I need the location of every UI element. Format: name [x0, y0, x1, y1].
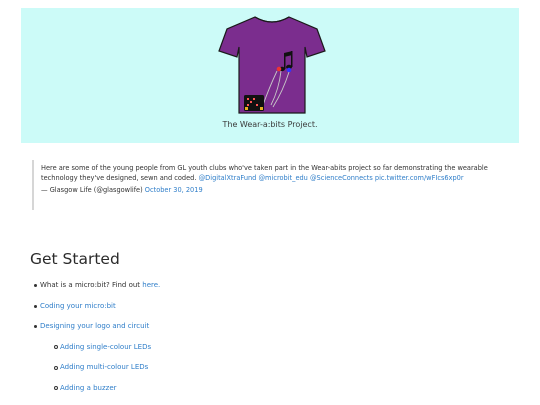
designing-logo-link[interactable]: Designing your logo and circuit: [40, 322, 149, 330]
tshirt-illustration: [217, 13, 327, 119]
tshirt-svg: [218, 16, 326, 114]
hero-banner: The Wear-a:bits Project.: [21, 8, 519, 143]
list-item-text: What is a micro:bit? Find out: [40, 281, 143, 289]
blue-led-icon: [286, 67, 292, 73]
tweet-body: Here are some of the young people from G…: [41, 164, 512, 183]
list-item: What is a micro:bit? Find out here.: [34, 281, 480, 302]
coding-microbit-link[interactable]: Coding your micro:bit: [40, 302, 116, 310]
list-item: Coding your micro:bit: [34, 302, 480, 323]
single-colour-leds-link[interactable]: Adding single-colour LEDs: [60, 343, 151, 351]
multi-colour-leds-link[interactable]: Adding multi-colour LEDs: [60, 363, 148, 371]
microbit-icon: [244, 95, 264, 111]
list-item: Adding a buzzer: [40, 384, 480, 405]
tweet-attribution: — Glasgow Life (@glasgowlife) October 30…: [41, 186, 512, 196]
get-started-list: What is a micro:bit? Find out here. Codi…: [34, 281, 480, 405]
circle-bullet-icon: [54, 386, 58, 390]
find-out-here-link[interactable]: here.: [142, 281, 160, 289]
bullet-icon: [34, 284, 37, 287]
tshirt-shape: [218, 16, 326, 114]
adding-buzzer-link[interactable]: Adding a buzzer: [60, 384, 117, 392]
red-led-icon: [276, 66, 282, 72]
list-item: Designing your logo and circuit: [34, 322, 480, 343]
tweet-date-link[interactable]: October 30, 2019: [145, 186, 203, 194]
embedded-tweet: Here are some of the young people from G…: [32, 160, 512, 210]
section-title: Get Started: [30, 250, 120, 268]
bullet-icon: [34, 325, 37, 328]
circle-bullet-icon: [54, 365, 58, 370]
hero-caption: The Wear-a:bits Project.: [222, 120, 318, 129]
list-item: Adding single-colour LEDs: [40, 343, 480, 364]
tweet-handles-link[interactable]: @DigitalXtraFund @microbit_edu @ScienceC…: [199, 174, 464, 182]
list-item: Adding multi-colour LEDs: [40, 363, 480, 384]
tweet-author: — Glasgow Life (@glasgowlife): [41, 186, 143, 195]
circle-bullet-icon: [54, 345, 58, 349]
bullet-icon: [34, 304, 37, 308]
